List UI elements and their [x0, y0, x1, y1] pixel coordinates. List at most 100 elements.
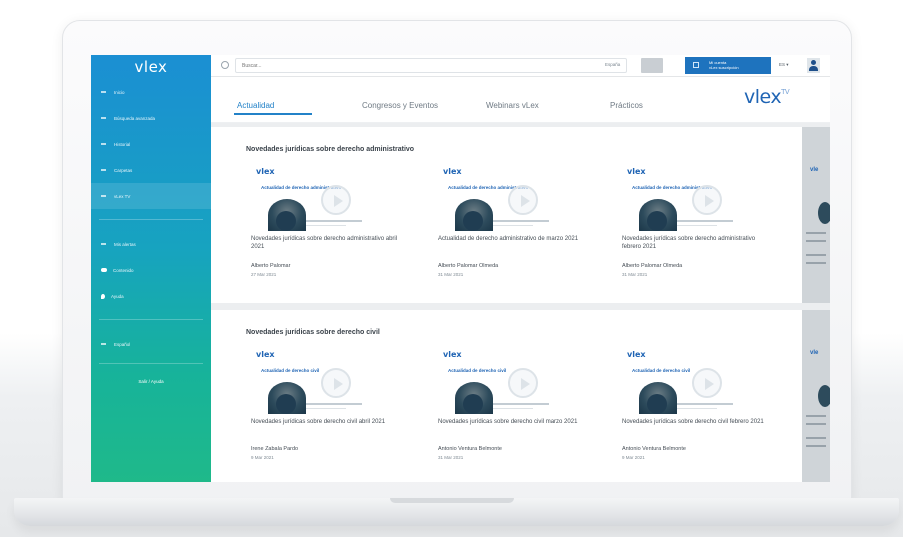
sidebar-item-language[interactable]: Español: [91, 331, 211, 357]
speaker-photo: [818, 202, 830, 224]
logout-button[interactable]: Salir / Ayuda: [91, 369, 211, 393]
video-card[interactable]: vlex Actualidad de derecho administrativ…: [617, 165, 777, 295]
play-icon[interactable]: [321, 368, 351, 398]
divider: [677, 220, 733, 222]
bullet-icon: [101, 91, 106, 93]
play-icon[interactable]: [692, 185, 722, 215]
card-date: 31 Mar 2021: [438, 455, 464, 460]
sidebar-divider: [99, 319, 203, 320]
tab-actualidad[interactable]: Actualidad: [237, 101, 274, 110]
card-author: Alberto Palomar Olmeda: [622, 263, 683, 269]
sidebar-item-label: Historial: [114, 141, 131, 147]
sidebar-item-inicio[interactable]: Inicio: [91, 79, 211, 105]
video-card[interactable]: vlex Actualidad de derecho civil Novedad…: [433, 348, 593, 478]
sidebar-item-label: Contenido: [113, 267, 134, 273]
account-button[interactable]: Mi cuenta vLex suscripción: [685, 57, 771, 74]
sidebar-item-label: Mis alertas: [114, 241, 136, 247]
play-icon[interactable]: [508, 185, 538, 215]
sidebar-item-label: vLex TV: [114, 193, 131, 199]
laptop-screen: vlex Inicio Búsqueda avanzada Historial …: [91, 55, 830, 482]
video-section-civil: Novedades jurídicas sobre derecho civil …: [211, 310, 830, 482]
sidebar-item-label: Ayuda: [111, 293, 124, 299]
divider: [677, 225, 717, 226]
text-lines: [806, 415, 826, 417]
card-logo: vlex: [443, 350, 462, 359]
card-title[interactable]: Novedades jurídicas sobre derecho admini…: [251, 235, 401, 251]
video-card[interactable]: vlex Actualidad de derecho civil Novedad…: [617, 348, 777, 478]
section-title: Novedades jurídicas sobre derecho admini…: [246, 146, 415, 153]
card-logo: vlex: [627, 167, 646, 176]
speaker-photo: [639, 382, 677, 414]
speaker-photo: [268, 382, 306, 414]
divider: [493, 225, 533, 226]
video-card[interactable]: vlex Actualidad de derecho administrativ…: [246, 165, 406, 295]
divider: [677, 403, 733, 405]
sidebar-item-alertas[interactable]: Mis alertas: [91, 231, 211, 257]
sidebar-item-busqueda[interactable]: Búsqueda avanzada: [91, 105, 211, 131]
card-date: 31 Mar 2021: [438, 272, 464, 277]
card-logo: vlex: [627, 350, 646, 359]
sidebar-item-contenido[interactable]: Contenido: [91, 257, 211, 283]
logo-text: vlex: [744, 86, 782, 108]
language-select[interactable]: ES ▾: [779, 62, 789, 68]
card-banner: Actualidad de derecho civil: [448, 368, 507, 373]
sidebar-item-label: Español: [114, 341, 131, 347]
divider: [493, 403, 549, 405]
card-title[interactable]: Novedades jurídicas sobre derecho civil …: [251, 418, 401, 426]
divider: [677, 408, 717, 409]
card-title[interactable]: Novedades jurídicas sobre derecho civil …: [438, 418, 588, 426]
tab-practicos[interactable]: Prácticos: [610, 101, 643, 110]
sidebar-item-carpetas[interactable]: Carpetas: [91, 157, 211, 183]
avatar[interactable]: [807, 58, 820, 73]
divider: [306, 408, 346, 409]
video-card[interactable]: vlex Actualidad de derecho civil Novedad…: [246, 348, 406, 478]
active-tab-indicator: [234, 113, 312, 115]
account-sublabel: vLex suscripción: [709, 65, 739, 70]
language-label: ES: [779, 62, 786, 67]
card-logo: vlex: [443, 167, 462, 176]
sidebar-item-historial[interactable]: Historial: [91, 131, 211, 157]
carousel-next-card[interactable]: vle: [802, 310, 830, 482]
card-date: 9 Mar 2021: [622, 455, 645, 460]
speaker-photo: [268, 199, 306, 231]
card-logo-partial: vle: [810, 350, 819, 356]
main-content: España Mi cuenta vLex suscripción ES ▾ A…: [211, 55, 830, 482]
carousel-next-card[interactable]: vle: [802, 127, 830, 303]
globe-icon: [101, 343, 106, 345]
divider: [306, 403, 362, 405]
sidebar-logo[interactable]: vlex: [91, 55, 211, 79]
play-icon[interactable]: [321, 185, 351, 215]
search-input[interactable]: [235, 58, 627, 73]
card-logo-partial: vle: [810, 167, 819, 173]
card-author: Antonio Ventura Belmonte: [438, 446, 502, 452]
card-title[interactable]: Novedades jurídicas sobre derecho civil …: [622, 418, 772, 426]
card-author: Irene Zabala Pardo: [251, 446, 299, 452]
bullet-icon: [101, 143, 106, 145]
video-card[interactable]: vlex Actualidad de derecho administrativ…: [433, 165, 593, 295]
divider: [306, 225, 346, 226]
sidebar-item-vlextv[interactable]: vLex TV: [91, 183, 211, 209]
sidebar-divider: [99, 219, 203, 220]
card-date: 9 Mar 2021: [251, 455, 274, 460]
card-title[interactable]: Actualidad de derecho administrativo de …: [438, 235, 588, 243]
search-button[interactable]: [641, 58, 663, 73]
card-logo: vlex: [256, 350, 275, 359]
card-title[interactable]: Novedades jurídicas sobre derecho admini…: [622, 235, 772, 251]
refresh-icon[interactable]: [221, 61, 229, 69]
play-icon[interactable]: [692, 368, 722, 398]
sidebar-item-ayuda[interactable]: Ayuda: [91, 283, 211, 309]
tab-webinars[interactable]: Webinars vLex: [486, 101, 539, 110]
sidebar-divider: [99, 363, 203, 364]
play-icon[interactable]: [508, 368, 538, 398]
cloud-icon: [101, 268, 107, 272]
search-country-select[interactable]: España: [605, 62, 620, 67]
speaker-photo: [818, 385, 830, 407]
divider: [493, 408, 533, 409]
bullet-icon: [101, 169, 106, 171]
user-card-icon: [693, 62, 699, 68]
divider: [306, 220, 362, 222]
card-logo: vlex: [256, 167, 275, 176]
tab-congresos[interactable]: Congresos y Eventos: [362, 101, 438, 110]
chevron-down-icon: ▾: [786, 62, 789, 67]
card-author: Alberto Palomar Olmeda: [438, 263, 499, 269]
